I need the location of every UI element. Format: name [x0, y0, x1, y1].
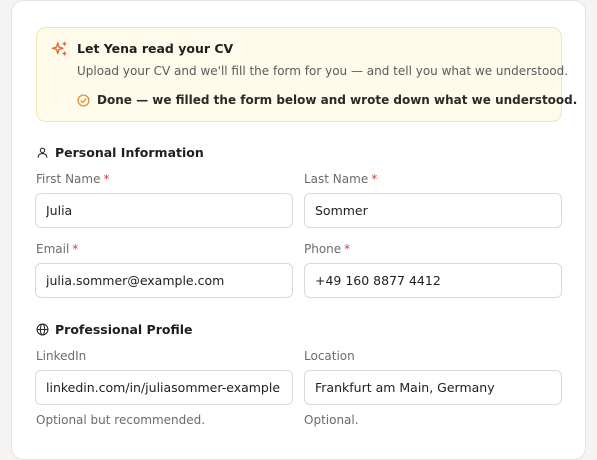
last-name-input[interactable] — [304, 193, 562, 228]
cv-upload-box[interactable]: Let Yena read your CV Upload your CV and… — [36, 27, 577, 122]
cv-upload-title: Let Yena read your CV — [77, 41, 234, 56]
label-text: Email — [36, 242, 70, 256]
required-mark: * — [344, 242, 351, 256]
linkedin-hint: Optional but recommended. — [36, 413, 206, 427]
required-mark: * — [72, 242, 79, 256]
globe-icon — [36, 323, 49, 336]
phone-label: Phone * — [304, 242, 350, 256]
required-mark: * — [371, 172, 378, 186]
user-icon — [37, 147, 48, 158]
cv-upload-description: Upload your CV and we'll fill the form f… — [77, 64, 569, 78]
professional-profile-header: Professional Profile — [36, 322, 193, 337]
linkedin-input[interactable] — [35, 370, 293, 405]
label-text: First Name — [36, 172, 101, 186]
first-name-input[interactable] — [35, 193, 293, 228]
sparkle-icon — [51, 41, 67, 56]
label-text: Phone — [304, 242, 342, 256]
location-label: Location — [304, 349, 355, 363]
email-label: Email * — [36, 242, 78, 256]
application-form-card: Let Yena read your CV Upload your CV and… — [11, 0, 586, 460]
location-hint: Optional. — [304, 413, 359, 427]
section-title: Personal Information — [55, 145, 204, 160]
first-name-label: First Name * — [36, 172, 109, 186]
email-input[interactable] — [35, 263, 293, 298]
cv-upload-status: Done — we filled the form below and wrot… — [97, 93, 578, 107]
check-circle-icon — [77, 94, 90, 107]
phone-input[interactable] — [304, 263, 562, 298]
location-input[interactable] — [304, 370, 562, 405]
personal-information-header: Personal Information — [36, 145, 204, 160]
last-name-label: Last Name * — [304, 172, 377, 186]
linkedin-label: LinkedIn — [36, 349, 87, 363]
label-text: Last Name — [304, 172, 369, 186]
required-mark: * — [103, 172, 110, 186]
section-title: Professional Profile — [55, 322, 193, 337]
